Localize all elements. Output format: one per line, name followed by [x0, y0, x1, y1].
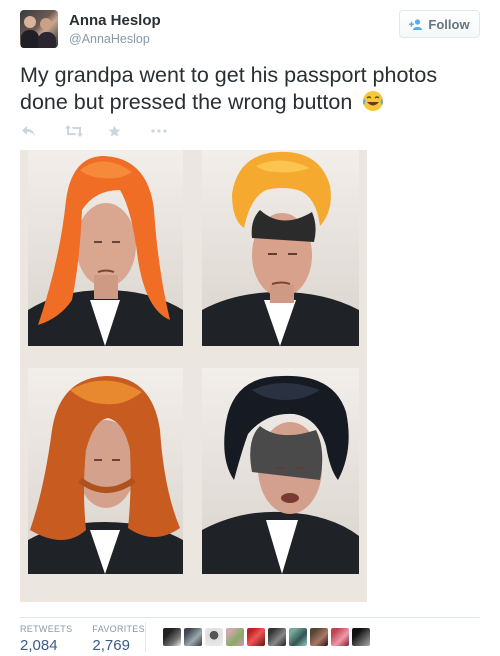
favorites-stat[interactable]: FAVORITES 2,769: [92, 624, 145, 654]
add-user-icon: [409, 18, 423, 30]
photo-frame-bottom-right: [202, 368, 359, 574]
passport-photo-sheet: [20, 150, 367, 602]
retweets-label: RETWEETS: [20, 624, 73, 634]
favoriter-avatar[interactable]: [247, 628, 265, 646]
tweet-stats: RETWEETS 2,084 FAVORITES 2,769: [20, 624, 165, 654]
favorite-button[interactable]: [108, 122, 151, 140]
tweet-photo[interactable]: [20, 150, 367, 602]
author-name[interactable]: Anna Heslop: [69, 12, 161, 29]
author-handle[interactable]: @AnnaHeslop: [69, 32, 150, 46]
retweet-icon: [65, 125, 83, 137]
face-with-tears-of-joy-icon: [363, 91, 384, 111]
stats-divider: [20, 617, 480, 618]
photo-frame-top-right: [202, 150, 359, 346]
more-icon: [151, 129, 167, 133]
favoriter-avatar[interactable]: [310, 628, 328, 646]
tweet-header: Anna Heslop @AnnaHeslop Follow: [20, 10, 480, 54]
stats-separator: [145, 622, 146, 652]
favoriter-avatar[interactable]: [184, 628, 202, 646]
favoriter-avatar[interactable]: [163, 628, 181, 646]
retweets-count: 2,084: [20, 637, 58, 654]
avatar[interactable]: [20, 10, 58, 48]
favorites-label: FAVORITES: [92, 624, 145, 634]
favorite-icon: [108, 125, 121, 137]
favoriter-avatar[interactable]: [226, 628, 244, 646]
favoriter-avatar[interactable]: [268, 628, 286, 646]
favoriter-avatar[interactable]: [289, 628, 307, 646]
favoriter-avatar[interactable]: [205, 628, 223, 646]
favoriter-avatar[interactable]: [352, 628, 370, 646]
follow-button[interactable]: Follow: [399, 10, 480, 38]
tweet-actions: [22, 122, 194, 140]
follow-button-label: Follow: [428, 16, 470, 32]
reply-icon: [22, 126, 35, 136]
retweets-stat[interactable]: RETWEETS 2,084: [20, 624, 72, 654]
photo-frame-bottom-left: [28, 368, 183, 574]
tweet-text: My grandpa went to get his passport phot…: [20, 62, 480, 116]
photo-frame-top-left: [28, 150, 183, 346]
favoriter-avatar[interactable]: [331, 628, 349, 646]
reply-button[interactable]: [22, 122, 65, 140]
favoriter-avatars: [163, 628, 373, 646]
more-button[interactable]: [151, 122, 194, 140]
favorites-count: 2,769: [92, 637, 130, 654]
retweet-button[interactable]: [65, 122, 108, 140]
